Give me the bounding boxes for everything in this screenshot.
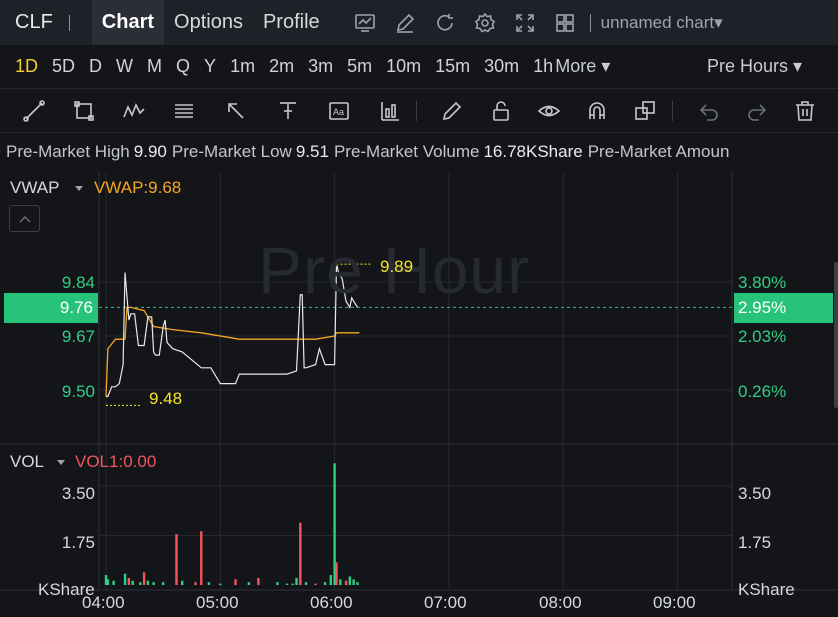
volume-bar <box>131 580 134 585</box>
volume-tick: 1.75 <box>61 533 95 552</box>
volume-bar <box>142 572 146 585</box>
volume-bar <box>295 577 298 585</box>
current-percent-tag: 2.95% <box>734 293 833 323</box>
time-tick: 09:00 <box>653 593 696 612</box>
time-tick: 08:00 <box>539 593 582 612</box>
percent-tick: 2.03% <box>738 327 787 346</box>
price-tick: 9.50 <box>61 382 95 401</box>
indicator-value: VOL1:0.00 <box>75 452 157 471</box>
volume-bar <box>161 582 165 585</box>
volume-bar <box>219 583 222 585</box>
volume-bar <box>152 582 155 585</box>
volume-bar <box>299 522 302 585</box>
current-price-tag: 9.76 <box>4 293 98 323</box>
volume-bar <box>200 531 203 585</box>
volume-bar <box>123 573 127 585</box>
price-tick: 9.67 <box>61 327 95 346</box>
high-annotation: 9.89 <box>380 257 414 276</box>
indicator-name[interactable]: VWAP <box>10 178 59 198</box>
volume-bar <box>285 583 289 585</box>
percent-tick: 0.26% <box>738 382 787 401</box>
time-tick: 07:00 <box>424 593 467 612</box>
volume-bar <box>247 582 251 585</box>
volume-bar <box>127 577 131 585</box>
volume-tick: 3.50 <box>738 484 772 503</box>
collapse-button[interactable] <box>9 205 40 232</box>
volume-bar <box>234 579 237 585</box>
volume-bar <box>257 577 260 585</box>
volume-bar <box>146 580 150 585</box>
time-tick: 04:00 <box>82 593 125 612</box>
volume-bar <box>335 562 338 585</box>
volume-bar <box>348 576 352 585</box>
volume-bar <box>181 580 184 585</box>
volume-bar <box>314 583 317 585</box>
volume-bar <box>329 575 332 585</box>
time-tick: 06:00 <box>310 593 353 612</box>
volume-bar <box>344 580 348 585</box>
price-scrollbar[interactable] <box>834 262 838 408</box>
volume-unit: KShare <box>738 580 795 599</box>
indicator-name[interactable]: VOL <box>10 452 44 472</box>
volume-bar <box>323 582 327 585</box>
volume-bar <box>276 582 279 585</box>
volume-bar <box>175 534 178 585</box>
low-annotation: 9.48 <box>149 389 183 408</box>
volume-bar <box>339 579 342 585</box>
volume-bar <box>207 582 211 585</box>
volume-bar <box>106 579 110 585</box>
time-tick: 05:00 <box>196 593 239 612</box>
volume-bar <box>139 582 142 585</box>
price-tick: 9.84 <box>61 273 95 292</box>
percent-tick: 3.80% <box>738 273 787 292</box>
volume-bar <box>352 579 355 585</box>
volume-bar <box>112 580 115 585</box>
volume-bar <box>194 582 197 585</box>
volume-tick: 3.50 <box>61 484 95 503</box>
chevron-down-icon[interactable] <box>74 185 84 193</box>
chevron-down-icon[interactable] <box>56 459 66 467</box>
chevron-up-icon <box>18 215 31 223</box>
volume-bar <box>356 582 359 585</box>
volume-bar <box>304 582 308 585</box>
chart-canvas[interactable] <box>0 0 838 617</box>
indicator-value: VWAP:9.68 <box>94 178 182 197</box>
volume-tick: 1.75 <box>738 533 772 552</box>
volume-bar <box>291 583 294 585</box>
